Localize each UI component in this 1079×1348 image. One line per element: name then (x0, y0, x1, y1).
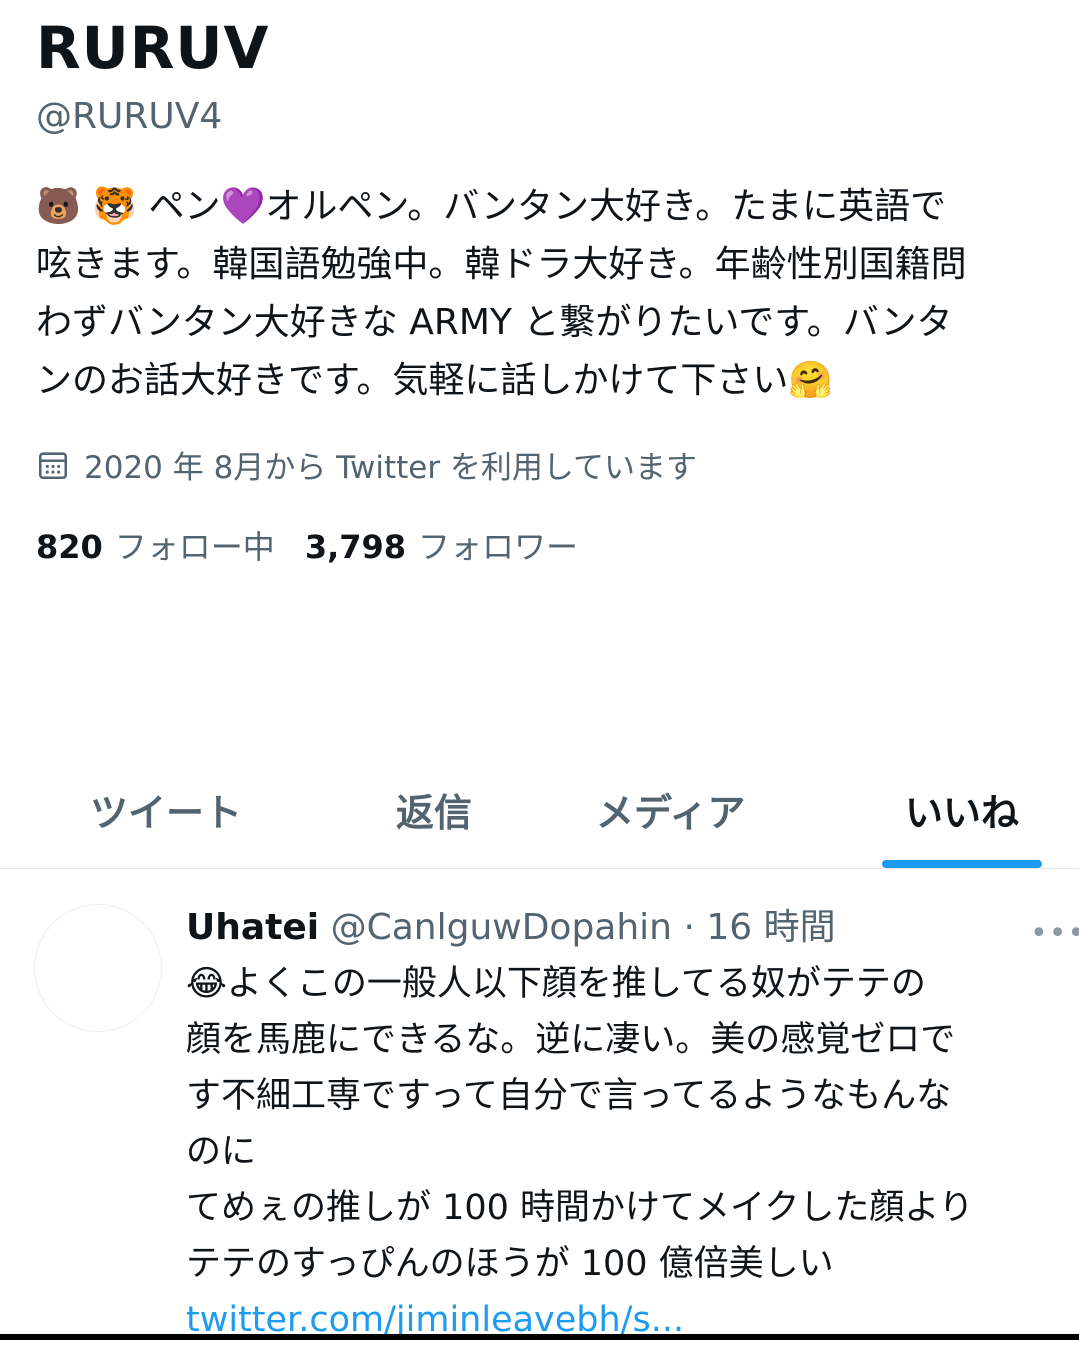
tab-likes[interactable]: いいね (905, 782, 1019, 837)
followers-link[interactable]: 3,798 フォロワー (305, 522, 578, 568)
tweet-line: 顔を馬鹿にできるな。逆に凄い。美の感覚ゼロで (186, 1020, 956, 1060)
followers-count: 3,798 (304, 528, 407, 566)
bio-line: ンのお話大好きです。気軽に話しかけて下さい🤗 (36, 360, 834, 401)
tweet-line: す不細工専ですって自分で言ってるようなもんな (186, 1076, 952, 1116)
follow-stats: 820 フォロー中 3,798 フォロワー (36, 522, 578, 568)
tweet-line: 😂よくこの一般人以下顔を推してる奴がテテの (186, 964, 926, 1004)
calendar-icon (38, 451, 68, 479)
tweet-line: てめぇの推しが 100 時間かけてメイクした顔より (186, 1188, 974, 1228)
tweet-author[interactable]: Uhatei (186, 907, 319, 948)
bio-line: 🐻 🐯 ペン💜オルペン。バンタン大好き。たまに英語で (36, 186, 947, 227)
tweet-line: テテのすっぴんのほうが 100 億倍美しい (186, 1244, 834, 1284)
tab-replies[interactable]: 返信 (396, 782, 472, 837)
tweet[interactable]: ••• Uhatei @CanlguwDopahin · 16 時間 😂よくこの… (0, 870, 1079, 1340)
following-link[interactable]: 820 フォロー中 (36, 522, 275, 568)
followers-label: フォロワー (418, 528, 579, 566)
tab-media[interactable]: メディア (596, 782, 745, 837)
profile-bio: 🐻 🐯 ペン💜オルペン。バンタン大好き。たまに英語で 呟きます。韓国語勉強中。韓… (36, 178, 1066, 410)
avatar[interactable] (34, 904, 162, 1032)
active-tab-indicator (882, 860, 1042, 868)
bio-line: 呟きます。韓国語勉強中。韓ドラ大好き。年齢性別国籍問 (36, 244, 967, 285)
profile-tabs: ツイート 返信 メディア いいね (0, 760, 1079, 869)
tab-tweets[interactable]: ツイート (90, 782, 242, 837)
display-name: RURUV (36, 14, 270, 82)
tweet-header: Uhatei @CanlguwDopahin · 16 時間 (186, 898, 1066, 950)
bottom-edge (0, 1334, 1079, 1340)
joined-text: 2020 年 8月から Twitter を利用しています (84, 450, 697, 486)
tweet-line: のに (186, 1132, 257, 1172)
tweet-text: 😂よくこの一般人以下顔を推してる奴がテテの 顔を馬鹿にできるな。逆に凄い。美の感… (186, 956, 1066, 1348)
following-count: 820 (36, 528, 103, 566)
bio-line: わずバンタン大好きな ARMY と繋がりたいです。バンタ (36, 302, 953, 343)
joined-date: 2020 年 8月から Twitter を利用しています (36, 442, 697, 487)
following-label: フォロー中 (114, 528, 275, 566)
tweet-body: Uhatei @CanlguwDopahin · 16 時間 😂よくこの一般人以… (186, 898, 1066, 1348)
tweet-handle-time: @CanlguwDopahin · 16 時間 (330, 907, 836, 948)
profile-handle: @RURUV4 (36, 96, 223, 137)
